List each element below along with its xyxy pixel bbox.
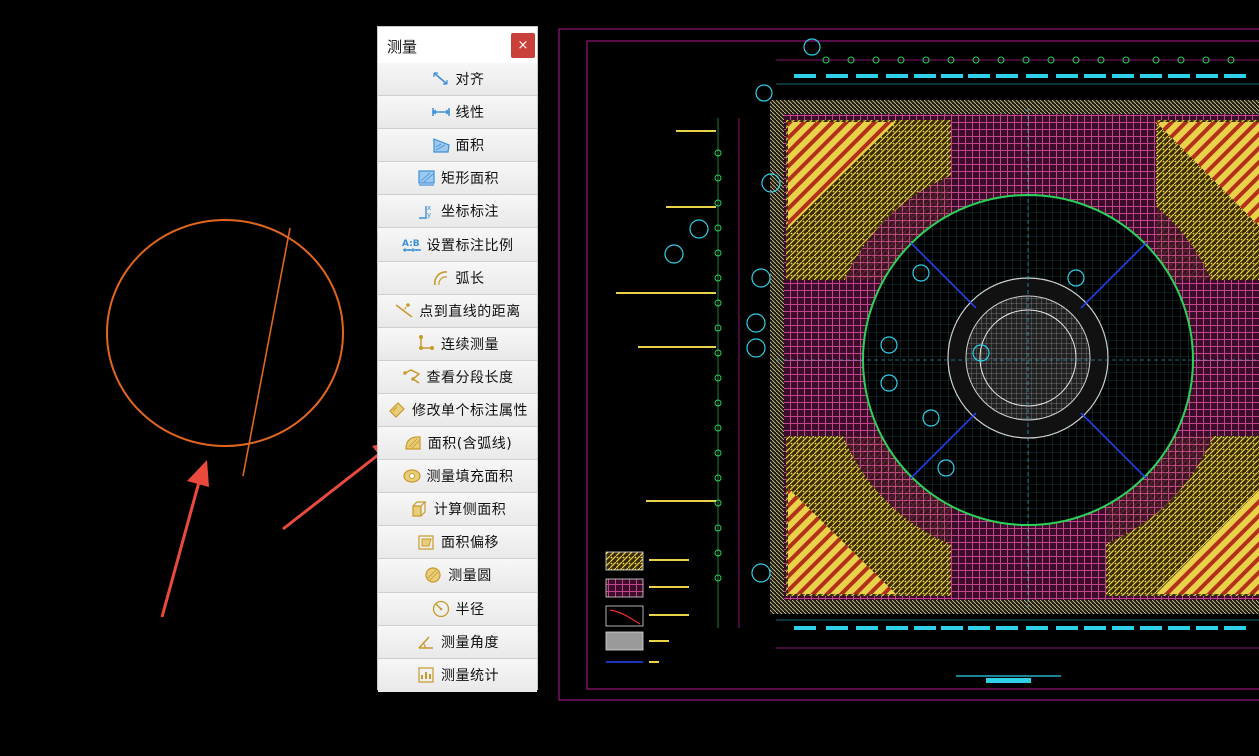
linear-measure-icon	[431, 108, 450, 117]
tool-angle[interactable]: 测量角度	[378, 625, 537, 659]
tool-label: 面积偏移	[441, 535, 499, 552]
tool-label: 测量填充面积	[426, 469, 514, 486]
segment-length-icon	[402, 369, 420, 384]
tool-edit-annotation[interactable]: 修改单个标注属性	[378, 393, 537, 428]
bottom-dimension-row	[776, 619, 1259, 683]
tool-label: 矩形面积	[441, 171, 499, 188]
align-measure-icon	[432, 72, 448, 85]
tool-label: 修改单个标注属性	[412, 402, 528, 419]
measure-panel: 测量 × 对齐 线性 面积 矩形面积 xy 坐标标注 A:B 设置标注比例 弧长…	[377, 26, 538, 692]
tool-label: 查看分段长度	[426, 369, 514, 386]
side-area-icon	[412, 501, 427, 517]
tool-list: 对齐 线性 面积 矩形面积 xy 坐标标注 A:B 设置标注比例 弧长 点到直线…	[378, 63, 537, 692]
tool-rectangle-area[interactable]: 矩形面积	[378, 162, 537, 196]
tool-side-area[interactable]: 计算侧面积	[378, 493, 537, 527]
tool-label: 计算侧面积	[433, 502, 507, 519]
top-dimension-row	[755, 38, 1259, 102]
area-offset-icon	[418, 535, 434, 550]
tool-point-to-line[interactable]: 点到直线的距离	[378, 294, 537, 328]
radius-icon	[432, 600, 449, 617]
tool-arc-length[interactable]: 弧长	[378, 261, 537, 295]
tool-label: 测量角度	[441, 634, 499, 651]
tool-measure-circle[interactable]: 测量圆	[378, 559, 537, 593]
tool-label: 测量统计	[441, 668, 499, 685]
sketch-circle	[106, 219, 344, 447]
tool-area[interactable]: 面积	[378, 129, 537, 163]
tool-area-offset[interactable]: 面积偏移	[378, 526, 537, 560]
rectangle-area-icon	[418, 170, 435, 186]
sketch-canvas[interactable]	[0, 0, 370, 756]
statistics-icon	[418, 667, 434, 683]
plaza-plan	[746, 100, 1259, 614]
tool-label: 弧长	[455, 270, 485, 287]
fill-area-icon	[402, 469, 421, 483]
tool-linear[interactable]: 线性	[378, 96, 537, 130]
area-icon	[432, 138, 450, 153]
angle-icon	[418, 636, 433, 649]
tool-label: 坐标标注	[441, 204, 499, 221]
tool-label: 面积	[455, 138, 485, 155]
arc-length-icon	[433, 270, 447, 285]
coordinate-annotation-icon: xy	[419, 204, 431, 219]
tool-label: 测量圆	[448, 568, 492, 585]
svg-text:y: y	[427, 211, 431, 219]
tool-radius[interactable]: 半径	[378, 592, 537, 626]
tool-label: 面积(含弧线)	[427, 436, 513, 453]
tool-coordinate[interactable]: xy 坐标标注	[378, 195, 537, 229]
panel-title: 测量	[387, 38, 418, 56]
drawing-legend	[605, 551, 689, 663]
tool-label: 连续测量	[441, 336, 499, 353]
tool-label: 半径	[455, 601, 485, 618]
tool-statistics[interactable]: 测量统计	[378, 658, 537, 692]
point-to-line-icon	[395, 302, 413, 318]
tool-annotation-scale[interactable]: A:B 设置标注比例	[378, 228, 537, 262]
continuous-measure-icon	[419, 334, 434, 350]
tool-label: 设置标注比例	[426, 237, 514, 254]
arc-area-icon	[405, 436, 421, 450]
tool-arc-area[interactable]: 面积(含弧线)	[378, 427, 537, 461]
left-dimension-column	[616, 118, 740, 628]
annotation-scale-icon: A:B	[402, 239, 421, 252]
edit-annotation-icon	[389, 402, 405, 418]
tool-label: 点到直线的距离	[419, 303, 521, 320]
tool-segment-length[interactable]: 查看分段长度	[378, 360, 537, 394]
measure-circle-icon	[425, 567, 441, 584]
tool-label: 对齐	[455, 72, 485, 89]
tool-align[interactable]: 对齐	[378, 63, 537, 97]
tool-fill-area[interactable]: 测量填充面积	[378, 460, 537, 494]
close-button[interactable]: ×	[511, 33, 535, 58]
tool-label: 线性	[455, 105, 485, 122]
tool-continuous[interactable]: 连续测量	[378, 327, 537, 361]
panel-header: 测量 ×	[378, 27, 537, 64]
svg-text:A:B: A:B	[402, 239, 420, 249]
cad-drawing[interactable]	[556, 28, 1259, 702]
